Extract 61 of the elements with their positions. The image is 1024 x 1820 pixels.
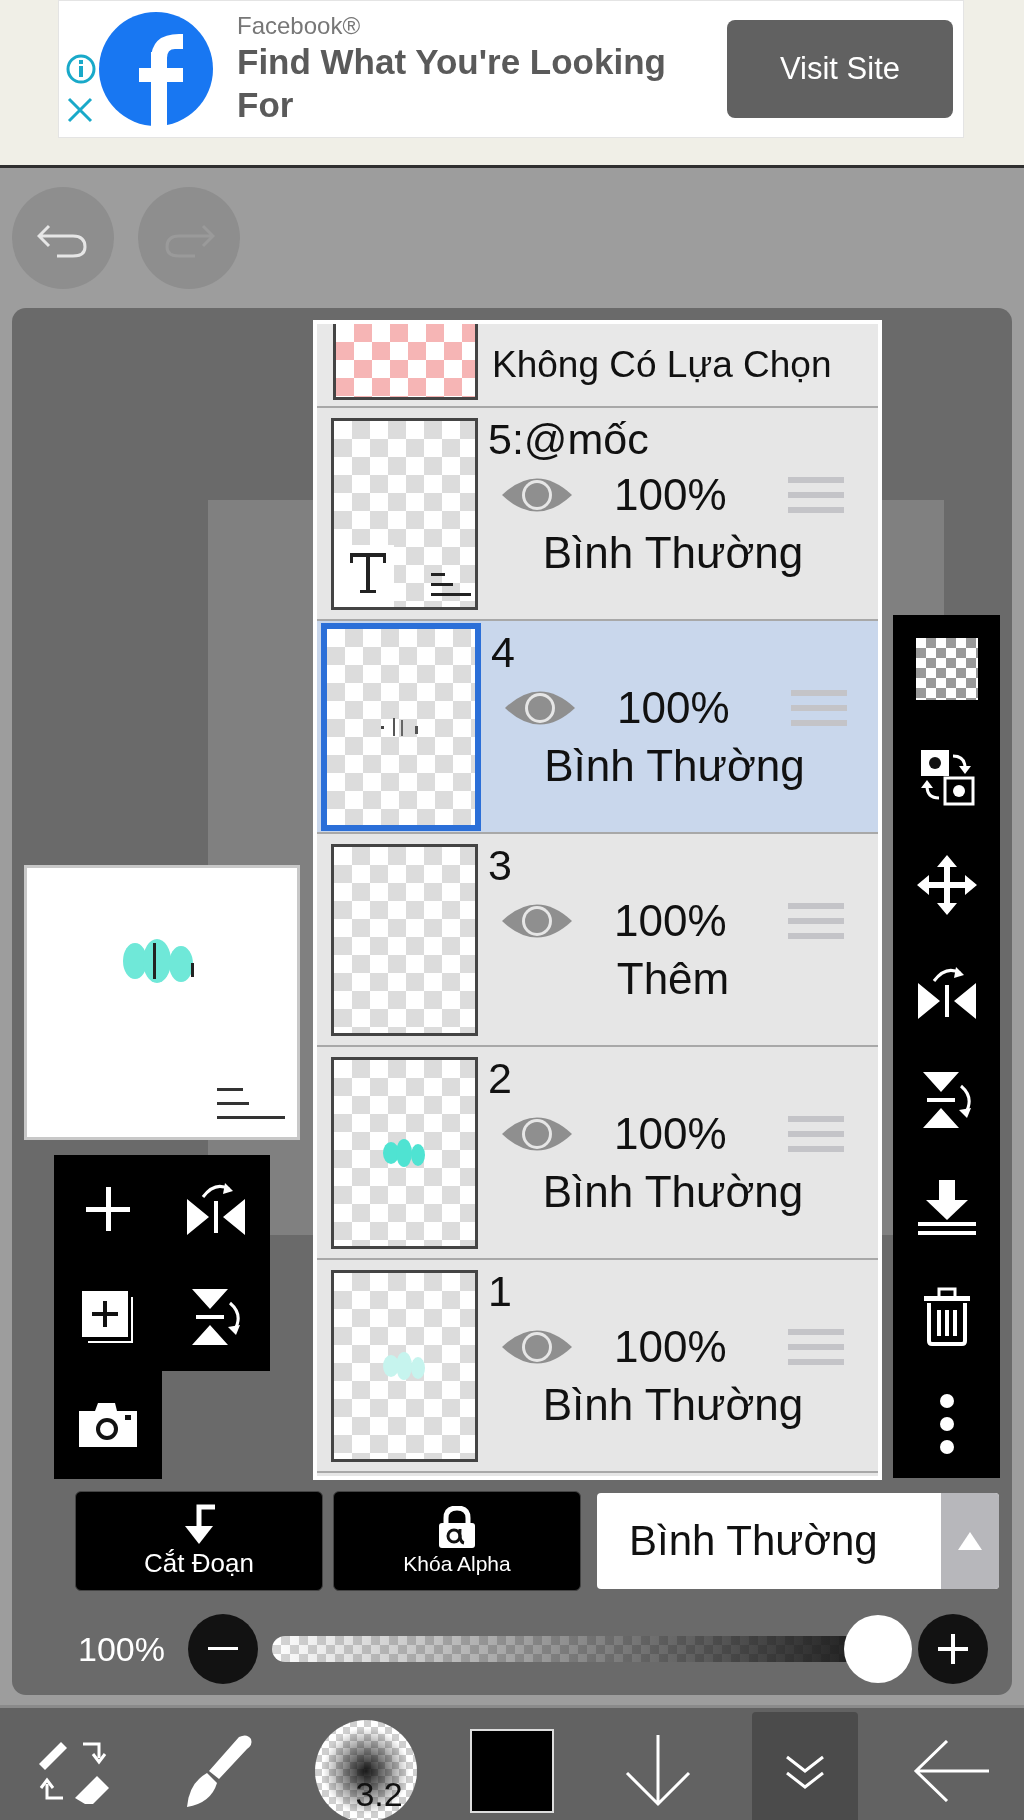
lock-icon xyxy=(437,1506,477,1548)
move-icon xyxy=(916,854,977,915)
blend-mode-dropdown[interactable]: Bình Thường xyxy=(597,1493,999,1589)
flip-horizontal-icon xyxy=(915,964,978,1021)
layer-opacity: 100% xyxy=(614,470,728,520)
logo-icon xyxy=(99,12,213,126)
selection-label: Không Có Lựa Chọn xyxy=(492,344,832,386)
down-arrow-icon xyxy=(625,1735,692,1807)
flip-horizontal-icon xyxy=(185,1181,247,1237)
swap-icon xyxy=(918,747,975,806)
layer-row[interactable]: 4 100% Bình Thường xyxy=(317,621,878,834)
layer-opacity: 100% xyxy=(614,1322,728,1372)
text-layer-icon xyxy=(350,552,386,593)
layer-name: 4 xyxy=(491,627,516,677)
caret-up-icon xyxy=(958,1532,982,1550)
trash-icon xyxy=(921,1286,972,1347)
layer-opacity: 100% xyxy=(617,683,731,733)
checkerboard-icon xyxy=(915,637,978,700)
layer-name: 2 xyxy=(488,1053,513,1103)
drawing-icon xyxy=(381,1137,428,1168)
visit-site-button[interactable]: Visit Site xyxy=(727,20,953,118)
opacity-slider[interactable] xyxy=(272,1615,912,1683)
layer-blend-mode: Bình Thường xyxy=(543,741,806,791)
lettering-drawing xyxy=(123,939,194,983)
caption-lines-drawing xyxy=(217,1088,285,1119)
drag-handle-icon[interactable] xyxy=(791,688,847,728)
layer-blend-mode: Thêm xyxy=(615,954,731,1004)
layer-name: 3 xyxy=(488,840,513,890)
clipping-button[interactable]: Cắt Đoạn xyxy=(75,1491,323,1591)
layer-plus-icon xyxy=(80,1289,136,1345)
drawing-icon xyxy=(381,1350,428,1381)
close-icon[interactable] xyxy=(65,95,95,125)
layers-button[interactable] xyxy=(751,1712,858,1820)
layer-name: 5:@mốc xyxy=(488,414,650,464)
info-icon[interactable] xyxy=(65,53,97,85)
minus-icon xyxy=(208,1647,238,1651)
camera-icon xyxy=(79,1403,137,1447)
alpha-lock-button[interactable]: Khóa Alpha xyxy=(333,1491,581,1591)
layer-name: 1 xyxy=(488,1266,513,1316)
plus-icon xyxy=(86,1187,130,1231)
opacity-reading: 100% xyxy=(78,1629,166,1669)
merge-down-icon xyxy=(917,1180,976,1237)
text-lines-icon xyxy=(431,572,471,599)
drag-handle-icon[interactable] xyxy=(788,1327,844,1367)
ad-headline[interactable]: Find What You're Looking For xyxy=(237,40,707,126)
layer-opacity: 100% xyxy=(614,1109,728,1159)
camera-button[interactable] xyxy=(54,1371,162,1479)
layer-blend-mode: Bình Thường xyxy=(541,1167,805,1217)
drag-handle-icon[interactable] xyxy=(788,475,844,515)
advertiser-name: Facebook® xyxy=(237,12,362,40)
more-icon xyxy=(938,1393,955,1456)
layer-opacity: 100% xyxy=(614,896,728,946)
selection-layer-row[interactable]: Không Có Lựa Chọn xyxy=(317,324,878,408)
drag-handle-icon[interactable] xyxy=(788,901,844,941)
drag-handle-icon[interactable] xyxy=(788,1114,844,1154)
plus-icon xyxy=(938,1634,968,1664)
layer-blend-mode: Bình Thường xyxy=(541,1380,805,1430)
back-arrow-icon xyxy=(912,1740,989,1802)
layer-blend-mode: Bình Thường xyxy=(541,528,805,578)
specks-icon xyxy=(381,715,421,738)
double-chevron-icon xyxy=(784,1755,825,1791)
